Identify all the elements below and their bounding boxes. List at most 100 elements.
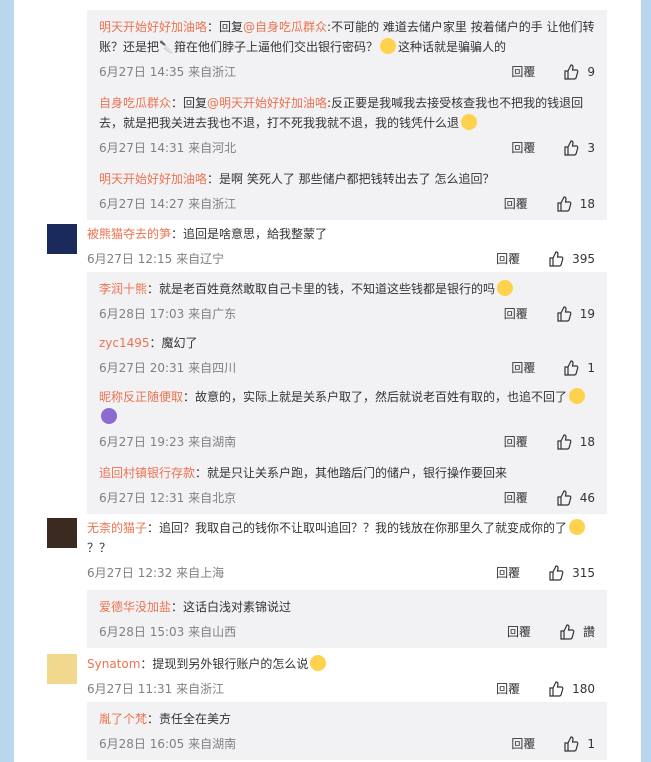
comment-text: 被熊猫夺去的笋：追回是啥意思，給我整蒙了 [87, 227, 328, 241]
timestamp: 6月27日 14:27 来自浙江 [99, 197, 237, 211]
emoji-icon [101, 408, 117, 424]
thumbs-up-icon [549, 565, 564, 581]
emoji-icon [310, 655, 327, 671]
comment-text-cont: ？？ [87, 541, 112, 555]
like-count: 315 [572, 566, 595, 580]
scrollbar-track[interactable] [641, 0, 651, 762]
reply-item: 昵称反正随便取：故意的，实际上就是关系户取了，然后就说老百姓有取的，也追不回了 … [87, 380, 607, 458]
like-count: 18 [579, 197, 595, 211]
like-button[interactable]: 19 [556, 305, 595, 323]
reply-text: 自身吃瓜群众：回复@明天开始好好加油咯:反正要是我喊我去接受核查我也不把我的钱退… [99, 96, 584, 130]
emoji-icon [461, 114, 478, 130]
avatar[interactable] [47, 654, 77, 684]
reply-text: 胤了个梵：责任全在美方 [99, 712, 232, 726]
like-button[interactable]: 18 [556, 433, 595, 451]
thumbs-up-icon [557, 306, 572, 322]
username-link[interactable]: zyc1495 [99, 336, 150, 350]
reply-text: 爱德华没加盐：这话白浅对素锦说过 [99, 600, 292, 614]
thumbs-up-icon [557, 196, 572, 212]
thumbs-up-icon [564, 140, 579, 156]
username-link[interactable]: 昵称反正随便取 [99, 390, 183, 404]
emoji-line [99, 407, 595, 427]
username-link[interactable]: 明天开始好好加油咯 [99, 20, 207, 34]
username-link[interactable]: 追回村镇银行存款 [99, 466, 195, 480]
thumbs-up-icon [564, 736, 579, 752]
username-link[interactable]: 无柰的猫子 [87, 521, 147, 535]
comment-meta: 6月28日 15:03 来自山西 回覆 讚 [99, 623, 595, 641]
like-count: 1 [587, 361, 595, 375]
comment-text: 无柰的猫子：追回？我取自己的钱你不让取叫追回？？我的钱放在你那里久了就变成你的了 [87, 518, 595, 538]
comment-meta: 6月27日 19:23 来自湖南 回覆 18 [99, 433, 595, 451]
timestamp: 6月28日 17:03 来自广东 [99, 307, 237, 321]
thumbs-up-icon [549, 251, 564, 267]
timestamp: 6月27日 11:31 来自浙江 [87, 682, 225, 696]
reply-item: 明天开始好好加油咯：是啊 笑死人了 那些储户都把钱转出去了 怎么追回？ 6月27… [87, 162, 607, 220]
timestamp: 6月28日 16:05 来自湖南 [99, 737, 237, 751]
reply-text: 明天开始好好加油咯：是啊 笑死人了 那些储户都把钱转出去了 怎么追回？ [99, 172, 495, 186]
emoji-icon [497, 280, 514, 296]
username-link[interactable]: 明天开始好好加油咯 [99, 172, 207, 186]
timestamp: 6月27日 12:31 来自北京 [99, 491, 237, 505]
like-button[interactable]: 讚 [559, 623, 595, 641]
thumbs-up-icon [557, 434, 572, 450]
like-button[interactable]: 315 [548, 564, 595, 582]
comment-item: 无柰的猫子：追回？我取自己的钱你不让取叫追回？？我的钱放在你那里久了就变成你的了… [47, 518, 607, 582]
like-count: 3 [587, 141, 595, 155]
comment-meta: 6月27日 14:31 来自河北 回覆 3 [99, 139, 595, 157]
reply-button[interactable]: 回覆 [504, 433, 528, 451]
reply-button[interactable]: 回覆 [511, 359, 535, 377]
mention-link[interactable]: @明天开始好好加油咯 [207, 96, 327, 110]
like-count: 46 [579, 491, 595, 505]
username-link[interactable]: 胤了个梵 [99, 712, 147, 726]
like-button[interactable]: 1 [563, 359, 595, 377]
reply-text: 李润十熊：就是老百姓竟然敢取自己卡里的钱，不知道这些钱都是银行的吗 [99, 279, 595, 299]
reply-button[interactable]: 回覆 [504, 305, 528, 323]
comment-text: Synatom：提现到另外银行账户的怎么说 [87, 654, 595, 674]
thumbs-up-icon [549, 681, 564, 697]
reply-button[interactable]: 回覆 [507, 623, 531, 641]
reply-text: 明天开始好好加油咯：回复@自身吃瓜群众:不可能的 难道去储户家里 按着储户的手 … [99, 20, 595, 54]
reply-item: 胤了个梵：责任全在美方 6月28日 16:05 来自湖南 回覆 1 [87, 702, 607, 760]
reply-button[interactable]: 回覆 [496, 680, 520, 698]
like-button[interactable]: 3 [563, 139, 595, 157]
reply-button[interactable]: 回覆 [504, 195, 528, 213]
reply-button[interactable]: 回覆 [511, 139, 535, 157]
like-button[interactable]: 46 [556, 489, 595, 507]
avatar[interactable] [47, 224, 77, 254]
username-link[interactable]: 自身吃瓜群众 [99, 96, 171, 110]
username-link[interactable]: Synatom [87, 657, 140, 671]
reply-button[interactable]: 回覆 [504, 489, 528, 507]
reply-button[interactable]: 回覆 [511, 63, 535, 81]
like-button[interactable]: 180 [548, 680, 595, 698]
thumbs-up-icon [564, 360, 579, 376]
like-button[interactable]: 395 [548, 250, 595, 268]
username-link[interactable]: 被熊猫夺去的笋 [87, 227, 171, 241]
reply-button[interactable]: 回覆 [511, 735, 535, 753]
comment-meta: 6月27日 12:15 来自辽宁 回覆 395 [87, 250, 595, 268]
like-count: 讚 [582, 625, 595, 639]
comment-item: 被熊猫夺去的笋：追回是啥意思，給我整蒙了 6月27日 12:15 来自辽宁 回覆… [47, 224, 607, 268]
avatar[interactable] [47, 518, 77, 548]
thumbs-up-icon [564, 64, 579, 80]
like-button[interactable]: 1 [563, 735, 595, 753]
reply-text: 昵称反正随便取：故意的，实际上就是关系户取了，然后就说老百姓有取的，也追不回了 [99, 387, 595, 407]
username-link[interactable]: 爱德华没加盐 [99, 600, 171, 614]
like-count: 19 [579, 307, 595, 321]
username-link[interactable]: 李润十熊 [99, 282, 147, 296]
emoji-icon [569, 519, 586, 535]
thumbs-up-icon [557, 490, 572, 506]
like-button[interactable]: 9 [563, 63, 595, 81]
reply-button[interactable]: 回覆 [496, 564, 520, 582]
timestamp: 6月27日 14:35 来自浙江 [99, 65, 237, 79]
mention-link[interactable]: @自身吃瓜群众 [243, 20, 327, 34]
reply-item: 李润十熊：就是老百姓竟然敢取自己卡里的钱，不知道这些钱都是银行的吗 6月28日 … [87, 272, 607, 330]
like-button[interactable]: 18 [556, 195, 595, 213]
comment-meta: 6月27日 14:27 来自浙江 回覆 18 [99, 195, 595, 213]
comment-meta: 6月27日 20:31 来自四川 回覆 1 [99, 359, 595, 377]
like-count: 1 [587, 737, 595, 751]
timestamp: 6月27日 12:32 来自上海 [87, 566, 225, 580]
reply-item: 追回村镇银行存款：就是只让关系户跑，其他踏后门的储户，银行操作要回来 6月27日… [87, 456, 607, 514]
timestamp: 6月28日 15:03 来自山西 [99, 625, 237, 639]
reply-item: zyc1495：魔幻了 6月27日 20:31 来自四川 回覆 1 [87, 326, 607, 384]
reply-button[interactable]: 回覆 [496, 250, 520, 268]
